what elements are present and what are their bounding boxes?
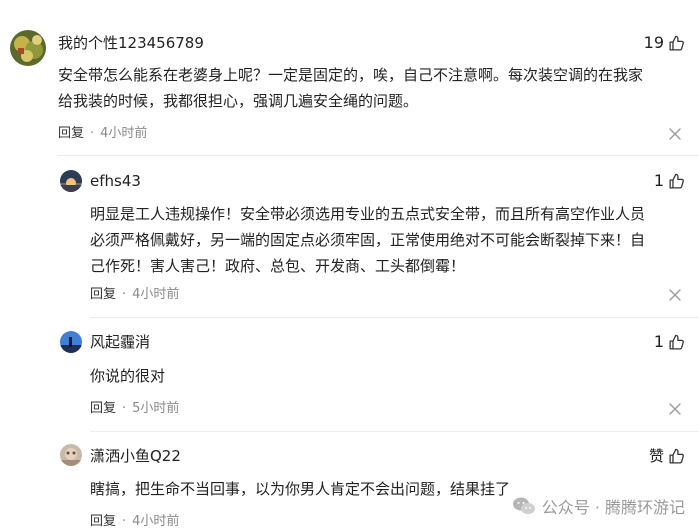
wechat-icon xyxy=(512,496,536,516)
comment-text-line: 明显是工人违规操作！安全带必须选用专业的五点式安全带，而且所有高空作业人员 xyxy=(90,205,646,223)
like-button[interactable]: 19 xyxy=(644,33,685,53)
reply-button[interactable]: 回复 xyxy=(90,514,116,529)
like-button[interactable]: 1 xyxy=(654,332,685,352)
thumbs-up-icon xyxy=(668,448,685,465)
like-button[interactable]: 1 xyxy=(654,171,685,191)
close-icon[interactable] xyxy=(669,403,681,415)
timestamp: 5小时前 xyxy=(132,401,180,416)
avatar[interactable] xyxy=(60,331,82,353)
close-icon[interactable] xyxy=(669,128,681,140)
like-button[interactable]: 赞 xyxy=(649,446,685,466)
comment-text-line: 必须严格佩戴好，另一端的固定点必须牢固，正常使用绝对不可能会断裂掉下来！自 xyxy=(90,231,646,249)
comment-meta: 回复 · 4小时前 xyxy=(90,286,179,304)
reply-button[interactable]: 回复 xyxy=(90,401,116,416)
meta-separator: · xyxy=(90,126,95,141)
reply-button[interactable]: 回复 xyxy=(58,126,84,141)
timestamp: 4小时前 xyxy=(132,514,180,529)
comment-text-line: 你说的很对 xyxy=(90,367,166,385)
watermark-text: 公众号 · 腾腾环游记 xyxy=(541,498,685,517)
like-count: 1 xyxy=(653,332,664,351)
thumbs-up-icon xyxy=(668,334,685,351)
username[interactable]: efhs43 xyxy=(90,171,141,191)
timestamp: 4小时前 xyxy=(100,126,148,141)
comment-meta: 回复 · 5小时前 xyxy=(90,400,179,418)
username[interactable]: 我的个性123456789 xyxy=(58,33,204,53)
username[interactable]: 潇洒小鱼Q22 xyxy=(90,446,181,466)
comment-text-line: 己作死！害人害己！政府、总包、开发商、工头都倒霉！ xyxy=(90,257,466,275)
watermark: 公众号 · 腾腾环游记 xyxy=(512,494,685,518)
divider xyxy=(58,155,699,156)
comment-text-line: 安全带怎么能系在老婆身上呢？一定是固定的，唉，自己不注意啊。每次装空调的在我家 xyxy=(58,66,644,84)
meta-separator: · xyxy=(122,287,127,302)
avatar[interactable] xyxy=(60,444,82,466)
thumbs-up-icon xyxy=(668,173,685,190)
close-icon[interactable] xyxy=(669,289,681,301)
comment-meta: 回复 · 4小时前 xyxy=(90,513,179,531)
like-count: 1 xyxy=(653,171,664,190)
comment-meta: 回复 · 4小时前 xyxy=(58,125,147,143)
comment-text-line: 给我装的时候，我都很担心，强调几遍安全绳的问题。 xyxy=(58,92,419,110)
divider xyxy=(90,431,699,432)
avatar[interactable] xyxy=(10,30,46,66)
like-count: 赞 xyxy=(648,447,664,465)
like-count: 19 xyxy=(643,33,664,52)
thumbs-up-icon xyxy=(668,35,685,52)
meta-separator: · xyxy=(122,514,127,529)
username[interactable]: 风起霾消 xyxy=(90,332,150,352)
reply-button[interactable]: 回复 xyxy=(90,287,116,302)
avatar[interactable] xyxy=(60,170,82,192)
comment-text-line: 瞎搞，把生命不当回事，以为你男人肯定不会出问题，结果挂了 xyxy=(90,480,511,498)
divider xyxy=(90,317,699,318)
meta-separator: · xyxy=(122,401,127,416)
timestamp: 4小时前 xyxy=(132,287,180,302)
